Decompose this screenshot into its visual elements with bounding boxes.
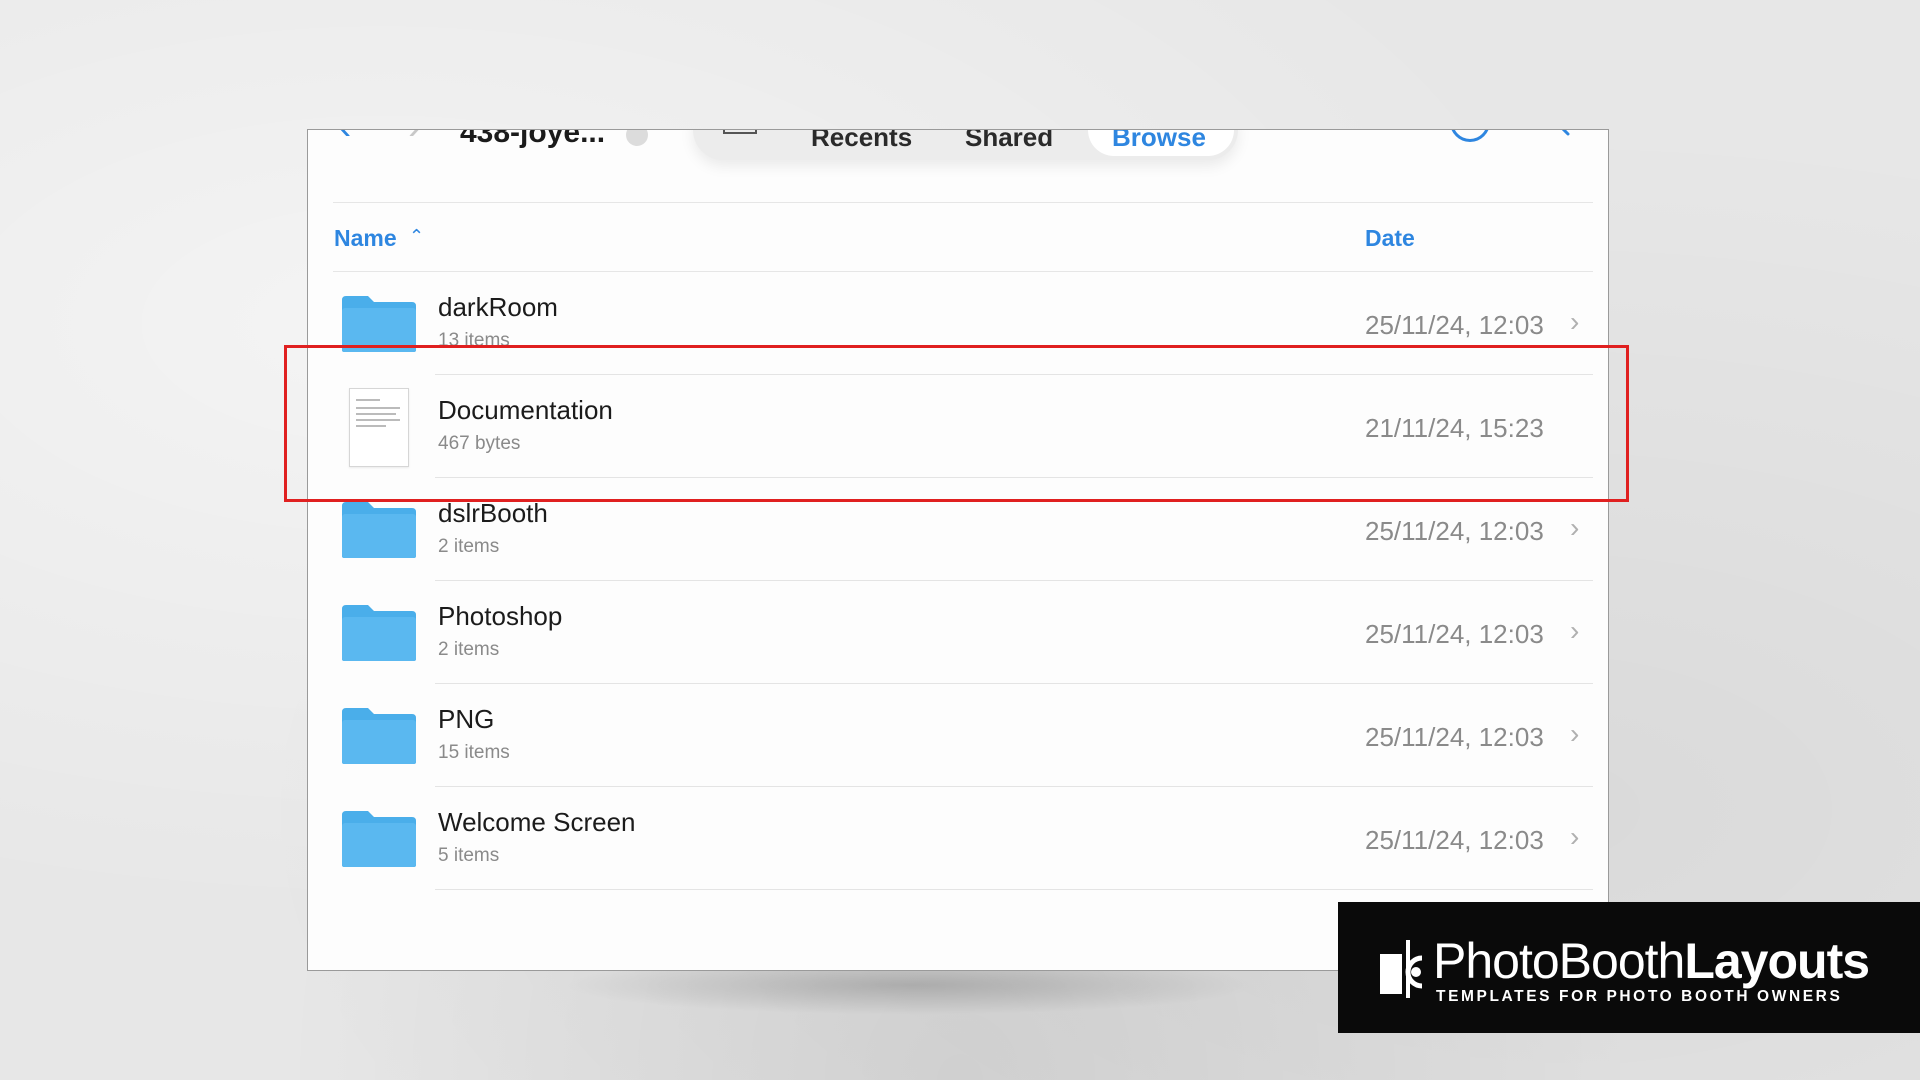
- files-window: ‹ › 438-joye... Recents Shared Browse Na…: [307, 129, 1609, 971]
- toolbar-divider: [333, 202, 1593, 203]
- file-detail: 5 items: [438, 845, 500, 866]
- folder-icon: [342, 605, 416, 661]
- file-detail: 2 items: [438, 639, 500, 660]
- chevron-right-icon: ›: [1570, 718, 1580, 749]
- forward-chevron-icon[interactable]: ›: [408, 130, 421, 149]
- column-header-date[interactable]: Date: [1365, 225, 1415, 252]
- file-name: Photoshop: [438, 601, 563, 631]
- file-date: 25/11/24, 12:03: [1365, 722, 1544, 752]
- folder-icon: [342, 708, 416, 764]
- search-icon[interactable]: [1540, 129, 1570, 136]
- title-menu-icon[interactable]: [626, 130, 648, 146]
- logo-wordmark: PhotoBoothLayouts: [1433, 933, 1870, 989]
- photobooth-logo-mark-icon: [1380, 940, 1423, 998]
- chevron-right-icon: ›: [1570, 615, 1580, 646]
- chevron-right-icon: ›: [1570, 512, 1580, 543]
- file-detail: 2 items: [438, 536, 500, 557]
- file-row-photoshop[interactable]: Photoshop 2 items 25/11/24, 12:03 ›: [308, 581, 1608, 684]
- file-date: 25/11/24, 12:03: [1365, 619, 1544, 649]
- view-segmented-control: Recents Shared Browse: [693, 129, 1238, 160]
- sort-ascending-chevron-icon[interactable]: ⌃: [409, 226, 424, 247]
- file-date: 25/11/24, 12:03: [1365, 516, 1544, 546]
- tab-shared[interactable]: Shared: [965, 130, 1053, 153]
- file-name: dslrBooth: [438, 498, 548, 528]
- back-chevron-icon[interactable]: ‹: [338, 130, 351, 149]
- file-date: 25/11/24, 12:03: [1365, 310, 1544, 340]
- tab-recents[interactable]: Recents: [811, 130, 912, 153]
- grid-view-icon[interactable]: [723, 130, 757, 134]
- brand-logo: PhotoBoothLayouts TEMPLATES FOR PHOTO BO…: [1338, 902, 1920, 1033]
- folder-icon: [342, 502, 416, 558]
- tab-browse-label: Browse: [1112, 129, 1206, 152]
- file-name: Welcome Screen: [438, 807, 636, 837]
- row-divider: [435, 889, 1593, 890]
- file-name: darkRoom: [438, 292, 558, 322]
- tab-browse[interactable]: Browse: [1088, 129, 1234, 156]
- file-row-png[interactable]: PNG 15 items 25/11/24, 12:03 ›: [308, 684, 1608, 787]
- file-name: PNG: [438, 704, 495, 734]
- highlight-box: [284, 345, 1629, 502]
- chevron-right-icon: ›: [1570, 306, 1580, 337]
- options-circle-icon[interactable]: [1450, 130, 1490, 142]
- chevron-right-icon: ›: [1570, 821, 1580, 852]
- folder-icon: [342, 811, 416, 867]
- logo-tagline: TEMPLATES FOR PHOTO BOOTH OWNERS: [1436, 988, 1843, 1005]
- toolbar: ‹ › 438-joye... Recents Shared Browse: [308, 130, 1608, 200]
- folder-title: 438-joye...: [460, 129, 606, 149]
- file-date: 25/11/24, 12:03: [1365, 825, 1544, 855]
- column-header-name[interactable]: Name: [334, 225, 397, 252]
- file-row-welcome-screen[interactable]: Welcome Screen 5 items 25/11/24, 12:03 ›: [308, 787, 1608, 890]
- file-detail: 15 items: [438, 742, 510, 763]
